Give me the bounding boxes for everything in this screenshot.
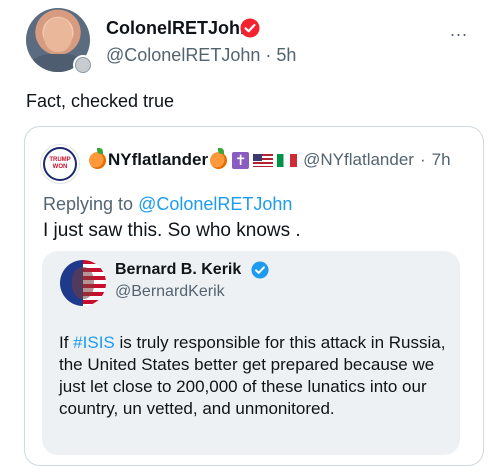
tweet: ColonelRETJohn @ColonelRETJohn · 5h ... … xyxy=(0,0,500,475)
quoted-tweet-text: I just saw this. So who knows . xyxy=(43,220,301,241)
replying-to: Replying to @ColonelRETJohn xyxy=(43,194,292,215)
nested-display-name[interactable]: Bernard B. Kerik xyxy=(115,261,241,279)
verified-badge-icon xyxy=(251,261,269,279)
author-handle[interactable]: @ColonelRETJohn xyxy=(106,45,260,65)
more-options-icon[interactable]: ... xyxy=(450,20,468,41)
quoted-handle[interactable]: @NYflatlander xyxy=(303,150,414,170)
author-display-name[interactable]: ColonelRETJohn xyxy=(106,18,251,39)
separator-dot: · xyxy=(265,45,277,65)
nested-quoted-tweet[interactable]: Bernard B. Kerik @BernardKerik If #ISIS … xyxy=(42,251,460,455)
quoted-time[interactable]: 7h xyxy=(432,150,451,170)
verified-badge-icon xyxy=(240,18,260,38)
separator-dot: · xyxy=(419,150,426,169)
quoted-author-avatar[interactable]: TRUMP WON xyxy=(40,144,80,184)
replying-prefix: Replying to xyxy=(43,194,134,214)
tweet-text: Fact, checked true xyxy=(26,91,175,111)
quoted-display-name[interactable]: NYflatlander xyxy=(108,150,208,170)
apple-emoji-icon xyxy=(89,147,106,169)
quoted-author-row: NYflatlander ✝ @NYflatlander · 7h xyxy=(89,147,451,170)
nested-author-avatar[interactable] xyxy=(60,260,106,306)
cross-emoji-icon: ✝ xyxy=(232,151,250,169)
affiliate-badge-icon xyxy=(73,55,93,75)
nested-tweet-text: If #ISIS is truly responsible for this a… xyxy=(59,332,451,420)
quoted-avatar-text: TRUMP WON xyxy=(49,157,71,170)
nested-text-before: If xyxy=(59,333,74,352)
apple-emoji-icon xyxy=(210,147,228,169)
tweet-time[interactable]: 5h xyxy=(276,45,296,65)
italy-flag-icon xyxy=(277,153,298,167)
author-handle-line: @ColonelRETJohn · 5h xyxy=(106,45,296,66)
avatar-face xyxy=(44,18,72,52)
hashtag-link[interactable]: #ISIS xyxy=(73,333,115,352)
nested-text-after: is truly responsible for this attack in … xyxy=(59,333,446,418)
us-flag-icon xyxy=(253,153,274,167)
quoted-tweet[interactable]: TRUMP WON NYflatlander ✝ @NYflatlander ·… xyxy=(24,126,484,466)
nested-handle[interactable]: @BernardKerik xyxy=(115,283,225,301)
replying-mention-link[interactable]: @ColonelRETJohn xyxy=(138,194,292,214)
